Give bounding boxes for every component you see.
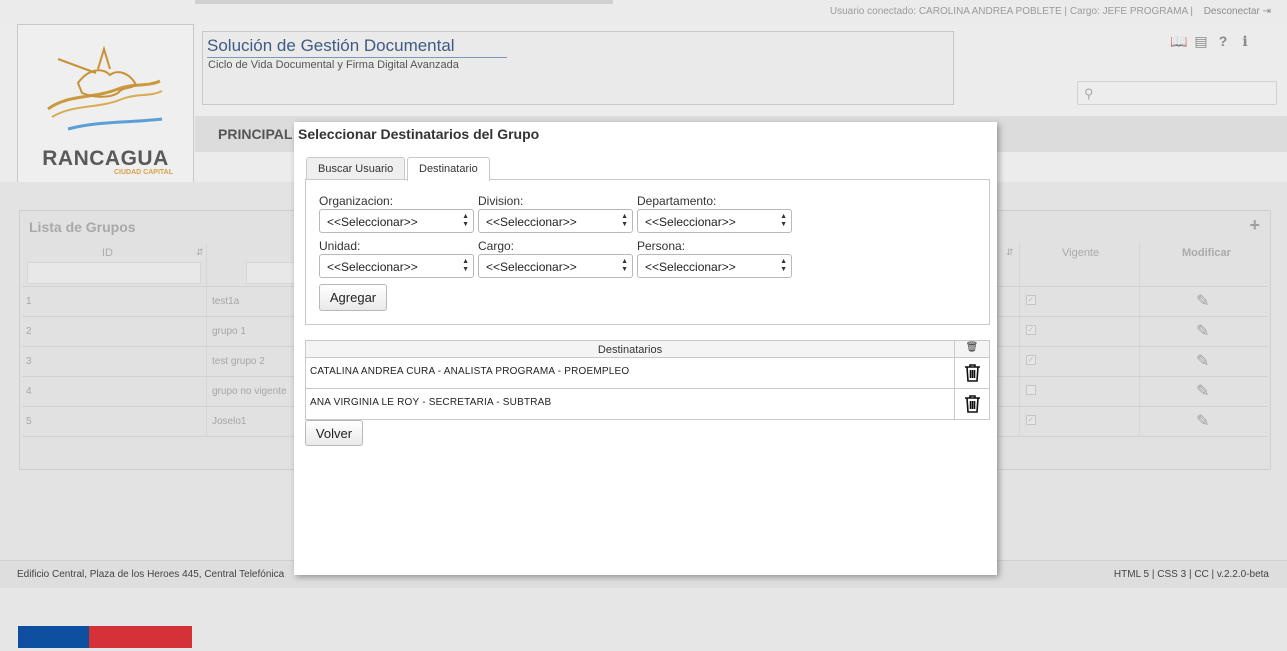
logo[interactable]: RANCAGUA CIUDAD CAPITAL: [17, 24, 194, 201]
select-arrows-icon: ▲ ▼: [462, 258, 469, 273]
organizacion-label: Organizacion:: [319, 194, 394, 208]
edit-icon[interactable]: ✎: [1196, 291, 1209, 311]
tab-panel-destinatario: Organizacion: <<Seleccionar>> ▲ ▼ Division…: [305, 179, 990, 325]
tab-buscar-usuario[interactable]: Buscar Usuario: [306, 157, 406, 180]
add-group-icon[interactable]: +: [1249, 215, 1260, 236]
footer-version: HTML 5 | CSS 3 | CC | v.2.2.0-beta: [1113, 569, 1269, 580]
group-id: 4: [26, 386, 32, 397]
flag-stripe-blue: [18, 626, 89, 648]
col-id[interactable]: ID: [102, 247, 113, 259]
select-value: <<Seleccionar>>: [486, 215, 577, 229]
add-button[interactable]: Agregar: [319, 284, 387, 311]
app-title: Solución de Gestión Documental: [207, 36, 507, 58]
search-input[interactable]: ⚲: [1077, 81, 1277, 105]
recipients-header: Destinatarios: [597, 344, 663, 356]
logo-name: RANCAGUA: [42, 147, 169, 170]
select-value: <<Seleccionar>>: [327, 215, 418, 229]
unidad-label: Unidad:: [319, 239, 361, 253]
select-value: <<Seleccionar>>: [486, 260, 577, 274]
select-value: <<Seleccionar>>: [645, 215, 736, 229]
id-filter-input[interactable]: [27, 262, 201, 284]
organizacion-select[interactable]: <<Seleccionar>> ▲ ▼: [319, 209, 474, 233]
col-vigente[interactable]: Vigente: [1062, 247, 1099, 259]
logout-label: Desconectar: [1203, 6, 1260, 17]
vigente-checkbox: ✓: [1026, 325, 1036, 335]
select-value: <<Seleccionar>>: [645, 260, 736, 274]
group-name: Joselo1: [212, 416, 247, 427]
app-title-box: Solución de Gestión Documental Ciclo de …: [202, 31, 954, 105]
unidad-select[interactable]: <<Seleccionar>> ▲ ▼: [319, 254, 474, 278]
edit-icon[interactable]: ✎: [1196, 321, 1209, 341]
persona-label: Persona:: [637, 239, 686, 253]
sort-icon[interactable]: ⇵: [1006, 247, 1014, 258]
group-id: 2: [26, 326, 32, 337]
group-name: grupo no vigente: [212, 386, 287, 397]
flag-stripe-red: [89, 626, 192, 648]
tab-destinatario[interactable]: Destinatario: [407, 157, 490, 181]
select-arrows-icon: ▲ ▼: [780, 258, 787, 273]
logo-tagline: CIUDAD CAPITAL: [114, 169, 173, 176]
cargo-select[interactable]: <<Seleccionar>> ▲ ▼: [478, 254, 633, 278]
vigente-checkbox: [1026, 385, 1036, 395]
vigente-checkbox: ✓: [1026, 355, 1036, 365]
recipient-name: ANA VIRGINIA LE ROY - SECRETARIA - SUBTR…: [310, 397, 552, 408]
cargo-label: Cargo:: [478, 239, 515, 253]
recipient-row: ANA VIRGINIA LE ROY - SECRETARIA - SUBTR…: [305, 389, 990, 420]
edit-icon[interactable]: ✎: [1196, 351, 1209, 371]
edit-icon[interactable]: ✎: [1196, 381, 1209, 401]
departamento-label: Departamento:: [637, 194, 717, 208]
col-modificar: Modificar: [1182, 247, 1231, 259]
nav-item-principal[interactable]: PRINCIPAL: [218, 126, 292, 142]
group-name: grupo 1: [212, 326, 246, 337]
book-icon[interactable]: 📖: [1168, 33, 1190, 50]
recipients-table-header: Destinatarios 🗑: [305, 340, 990, 358]
group-id: 1: [26, 296, 32, 307]
trash-icon: [965, 395, 980, 413]
logout-icon: ⇥: [1262, 6, 1271, 17]
horseman-logo-icon: [47, 45, 163, 131]
trash-icon: 🗑: [954, 341, 989, 357]
delete-recipient-button[interactable]: [954, 358, 989, 388]
edit-icon[interactable]: ✎: [1196, 411, 1209, 431]
recipient-row: CATALINA ANDREA CURA - ANALISTA PROGRAMA…: [305, 358, 990, 389]
logout-link[interactable]: Desconectar ⇥: [1204, 6, 1271, 17]
delete-recipient-button[interactable]: [954, 389, 989, 419]
sort-icon[interactable]: ⇵: [196, 247, 204, 258]
group-name: test grupo 2: [212, 356, 265, 367]
recipient-name: CATALINA ANDREA CURA - ANALISTA PROGRAMA…: [310, 366, 630, 377]
select-arrows-icon: ▲ ▼: [621, 258, 628, 273]
header-icons: 📖 ▤? i: [1168, 33, 1256, 50]
group-id: 5: [26, 416, 32, 427]
newspaper-icon[interactable]: ▤: [1190, 33, 1212, 50]
group-list-title: Lista de Grupos: [29, 219, 136, 235]
division-label: Division:: [478, 194, 524, 208]
footer-address: Edificio Central, Plaza de los Heroes 44…: [17, 569, 285, 580]
user-info: Usuario conectado: CAROLINA ANDREA POBLE…: [829, 6, 1193, 17]
select-value: <<Seleccionar>>: [327, 260, 418, 274]
select-recipients-dialog: Seleccionar Destinatarios del Grupo Busc…: [294, 122, 997, 575]
division-select[interactable]: <<Seleccionar>> ▲ ▼: [478, 209, 633, 233]
app-subtitle: Ciclo de Vida Documental y Firma Digital…: [208, 59, 459, 71]
search-icon: ⚲: [1084, 86, 1094, 101]
vigente-checkbox: ✓: [1026, 415, 1036, 425]
select-arrows-icon: ▲ ▼: [780, 213, 787, 228]
dialog-title: Seleccionar Destinatarios del Grupo: [298, 126, 540, 142]
select-arrows-icon: ▲ ▼: [462, 213, 469, 228]
top-strip: [195, 0, 613, 4]
trash-icon: [965, 364, 980, 382]
departamento-select[interactable]: <<Seleccionar>> ▲ ▼: [637, 209, 792, 233]
info-icon[interactable]: i: [1234, 34, 1256, 50]
vigente-checkbox: ✓: [1026, 295, 1036, 305]
select-arrows-icon: ▲ ▼: [621, 213, 628, 228]
group-id: 3: [26, 356, 32, 367]
back-button[interactable]: Volver: [305, 420, 363, 446]
help-icon[interactable]: ?: [1212, 33, 1234, 49]
group-name: test1a: [212, 296, 240, 307]
top-bar: Usuario conectado: CAROLINA ANDREA POBLE…: [0, 0, 1287, 22]
persona-select[interactable]: <<Seleccionar>> ▲ ▼: [637, 254, 792, 278]
